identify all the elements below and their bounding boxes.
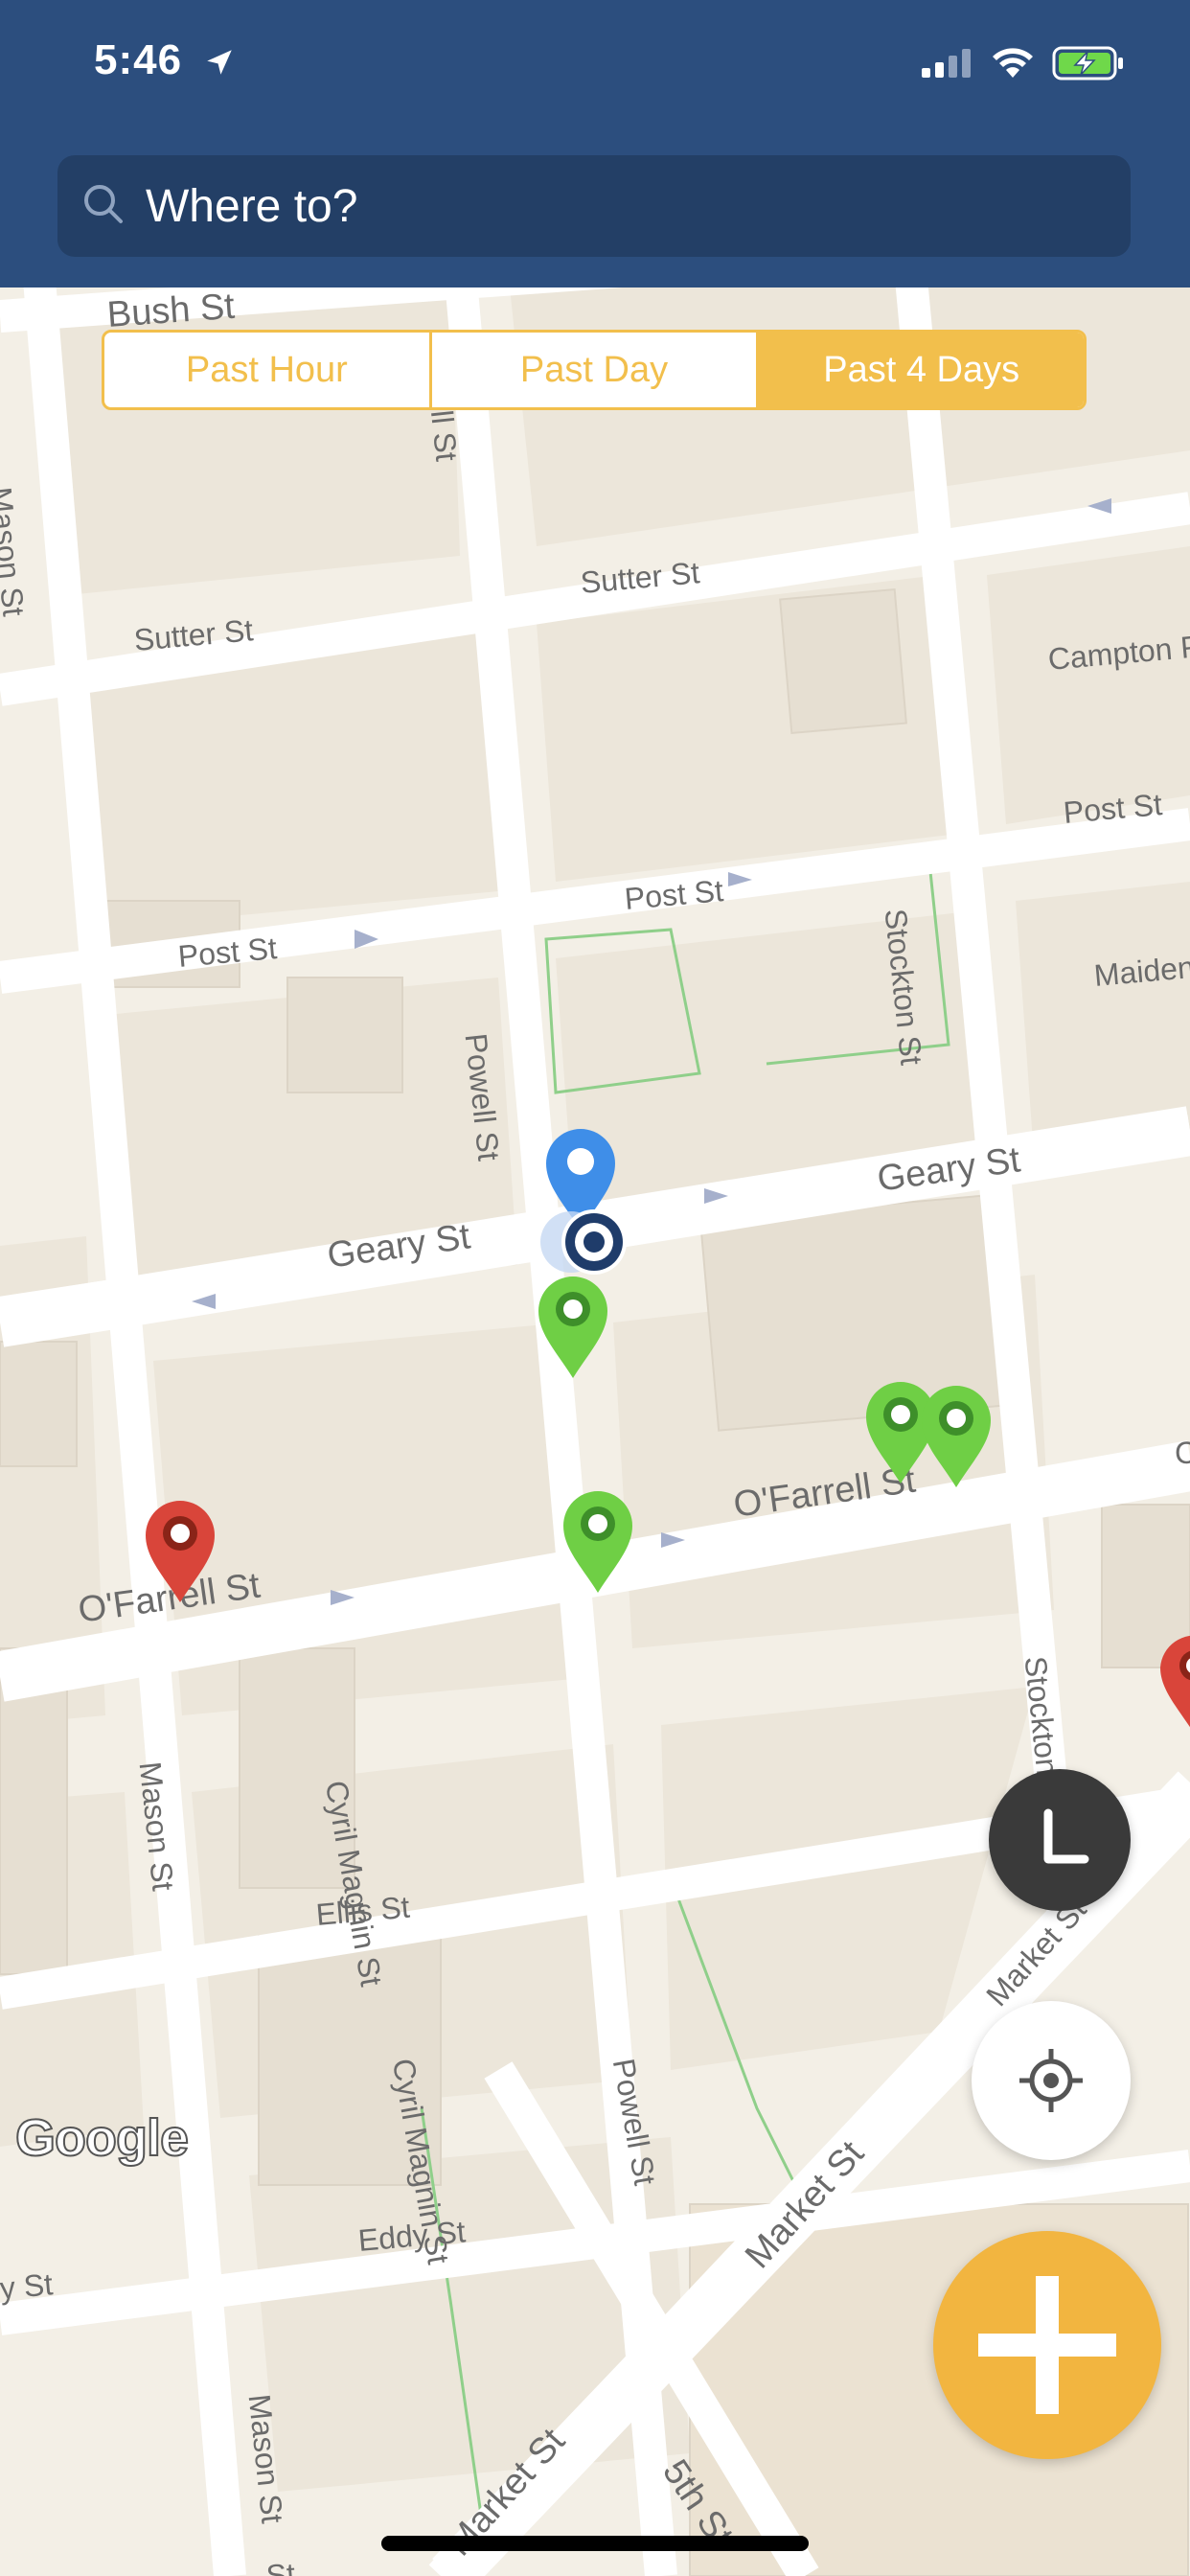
- map-pin-red[interactable]: [142, 1497, 218, 1604]
- cellular-signal-icon: [922, 49, 971, 78]
- map-view[interactable]: Bush St Powell St Mason St Sutter St Sut…: [0, 288, 1190, 2576]
- segment-past-4-days[interactable]: Past 4 Days: [759, 333, 1084, 407]
- status-time: 5:46: [94, 36, 183, 83]
- map-pin-red[interactable]: [1142, 1629, 1190, 1736]
- street-label: C: [1175, 1436, 1190, 1470]
- add-report-button[interactable]: [933, 2231, 1161, 2459]
- history-button[interactable]: [989, 1769, 1131, 1911]
- map-pin-green[interactable]: [560, 1487, 636, 1595]
- home-indicator: [381, 2536, 809, 2551]
- segment-past-day[interactable]: Past Day: [432, 333, 760, 407]
- status-indicators: [922, 46, 1125, 80]
- search-input[interactable]: [144, 178, 1010, 234]
- google-attribution: Google: [14, 2108, 190, 2168]
- locate-me-button[interactable]: [972, 2001, 1131, 2160]
- time-filter-segmented-control[interactable]: Past Hour Past Day Past 4 Days: [102, 330, 1087, 410]
- wifi-icon: [993, 48, 1033, 78]
- map-pin-green[interactable]: [535, 1273, 611, 1380]
- battery-charging-icon: [1052, 46, 1123, 80]
- map-pin-green[interactable]: [918, 1382, 995, 1489]
- segment-past-hour[interactable]: Past Hour: [104, 333, 432, 407]
- search-icon: [80, 181, 126, 232]
- app-header: 5:46: [0, 0, 1190, 288]
- crosshair-icon: [1019, 2049, 1083, 2112]
- street-label: St: [264, 2556, 297, 2576]
- location-arrow-icon: [207, 50, 232, 75]
- clock-icon: [1043, 1808, 1089, 1864]
- street-label: y St: [0, 2266, 55, 2306]
- plus-icon: [978, 2276, 1116, 2414]
- current-location-marker: [540, 1209, 627, 1275]
- search-bar[interactable]: [57, 155, 1131, 257]
